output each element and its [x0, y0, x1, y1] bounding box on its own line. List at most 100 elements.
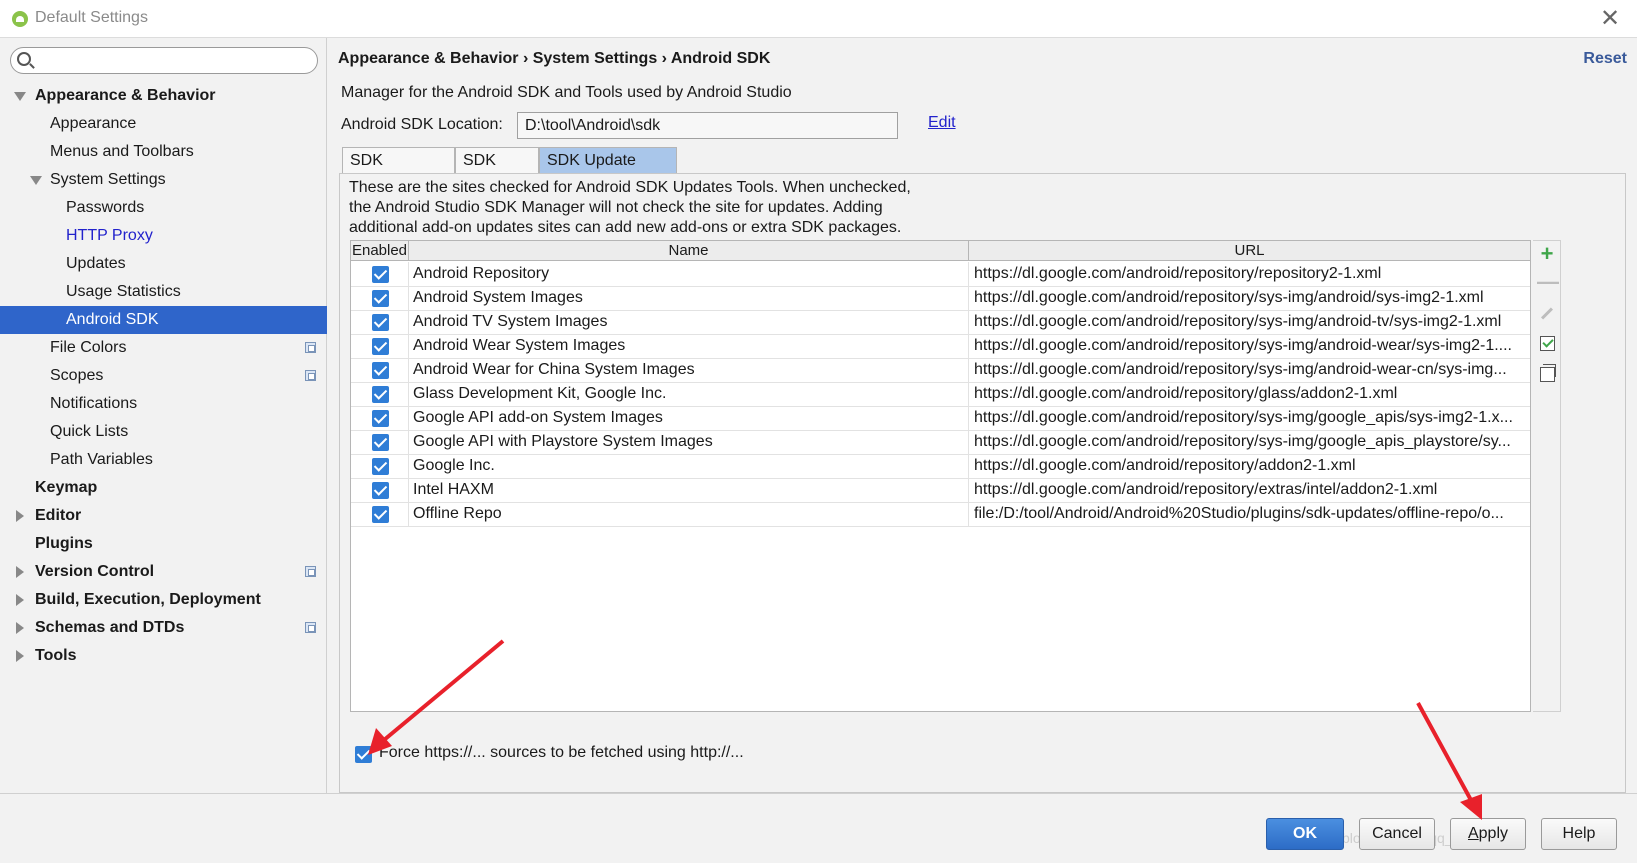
cancel-button[interactable]: Cancel	[1359, 818, 1435, 850]
sidebar-item-appearance[interactable]: Appearance	[0, 110, 327, 138]
sidebar-item-version-control[interactable]: Version Control	[0, 558, 327, 586]
sidebar-item-schemas-dtds[interactable]: Schemas and DTDs	[0, 614, 327, 642]
enabled-checkbox[interactable]	[372, 362, 389, 379]
sidebar-item-tools[interactable]: Tools	[0, 642, 327, 670]
sidebar-item-keymap[interactable]: Keymap	[0, 474, 327, 502]
site-name: Android Wear System Images	[409, 334, 969, 358]
ok-button[interactable]: OK	[1266, 818, 1344, 850]
tab-sdk-platforms[interactable]: SDK Platforms	[342, 147, 455, 195]
search-icon	[17, 52, 31, 66]
enabled-checkbox[interactable]	[372, 410, 389, 427]
table-row[interactable]: Android Repository https://dl.google.com…	[351, 262, 1530, 287]
site-url: https://dl.google.com/android/repository…	[974, 433, 1511, 450]
enabled-checkbox[interactable]	[372, 266, 389, 283]
expand-down-icon[interactable]	[30, 176, 42, 185]
column-header-name[interactable]: Name	[409, 241, 969, 261]
sidebar-item-plugins[interactable]: Plugins	[0, 530, 327, 558]
android-studio-icon	[12, 11, 28, 27]
sidebar-item-updates[interactable]: Updates	[0, 250, 327, 278]
table-row[interactable]: Glass Development Kit, Google Inc. https…	[351, 382, 1530, 407]
site-name: Google API add-on System Images	[409, 406, 969, 430]
enabled-checkbox[interactable]	[372, 338, 389, 355]
sidebar-item-appearance-behavior[interactable]: Appearance & Behavior	[0, 82, 327, 110]
reset-link[interactable]: Reset	[1583, 50, 1627, 68]
expand-right-icon[interactable]	[16, 566, 24, 578]
table-row[interactable]: Android TV System Images https://dl.goog…	[351, 310, 1530, 335]
sidebar-item-file-colors[interactable]: File Colors	[0, 334, 327, 362]
sidebar-item-usage-statistics[interactable]: Usage Statistics	[0, 278, 327, 306]
table-row[interactable]: Google Inc. https://dl.google.com/androi…	[351, 454, 1530, 479]
breadcrumb: Appearance & Behavior › System Settings …	[338, 50, 771, 67]
deselect-all-icon[interactable]	[1537, 362, 1557, 382]
site-name: Android System Images	[409, 286, 969, 310]
site-name: Offline Repo	[409, 502, 969, 526]
force-http-checkbox[interactable]	[355, 746, 372, 763]
sidebar-item-android-sdk[interactable]: Android SDK	[0, 306, 327, 334]
update-sites-description: These are the sites checked for Android …	[349, 179, 911, 236]
enabled-checkbox[interactable]	[372, 290, 389, 307]
update-sites-panel: These are the sites checked for Android …	[339, 173, 1626, 793]
site-name: Google API with Playstore System Images	[409, 430, 969, 454]
edit-location-link[interactable]: Edit	[928, 114, 956, 132]
sidebar-item-passwords[interactable]: Passwords	[0, 194, 327, 222]
enabled-checkbox[interactable]	[372, 314, 389, 331]
table-row[interactable]: Android System Images https://dl.google.…	[351, 286, 1530, 311]
dialog-footer: https://blog.csdn.net/qq_2... OK Cancel …	[0, 793, 1637, 863]
sidebar-item-editor[interactable]: Editor	[0, 502, 327, 530]
expand-right-icon[interactable]	[16, 594, 24, 606]
site-name: Intel HAXM	[409, 478, 969, 502]
site-url: https://dl.google.com/android/repository…	[974, 337, 1512, 354]
expand-right-icon[interactable]	[16, 510, 24, 522]
project-level-icon	[305, 622, 316, 633]
site-name: Android Wear for China System Images	[409, 358, 969, 382]
sidebar-item-build-execution-deployment[interactable]: Build, Execution, Deployment	[0, 586, 327, 614]
main-content: Appearance & Behavior › System Settings …	[328, 38, 1637, 793]
enabled-checkbox[interactable]	[372, 458, 389, 475]
tab-sdk-update-sites[interactable]: SDK Update Sites	[539, 147, 677, 195]
sidebar-item-scopes[interactable]: Scopes	[0, 362, 327, 390]
remove-site-icon[interactable]: —	[1537, 271, 1559, 293]
settings-tree: Appearance & Behavior Appearance Menus a…	[0, 82, 327, 670]
window-title: Default Settings	[35, 9, 148, 26]
sidebar-item-menus-toolbars[interactable]: Menus and Toolbars	[0, 138, 327, 166]
sidebar-item-http-proxy[interactable]: HTTP Proxy	[0, 222, 327, 250]
add-site-icon[interactable]: +	[1537, 243, 1557, 265]
site-name: Google Inc.	[409, 454, 969, 478]
update-sites-table: Enabled Name URL Android Repository http…	[350, 240, 1531, 712]
table-row[interactable]: Google API with Playstore System Images …	[351, 430, 1530, 455]
expand-right-icon[interactable]	[16, 650, 24, 662]
sdk-location-field[interactable]: D:\tool\Android\sdk	[517, 112, 898, 139]
table-row[interactable]: Android Wear System Images https://dl.go…	[351, 334, 1530, 359]
site-name: Android TV System Images	[409, 310, 969, 334]
help-button[interactable]: Help	[1541, 818, 1617, 850]
sidebar-item-path-variables[interactable]: Path Variables	[0, 446, 327, 474]
site-url: https://dl.google.com/android/repository…	[974, 361, 1507, 378]
table-row[interactable]: Intel HAXM https://dl.google.com/android…	[351, 478, 1530, 503]
enabled-checkbox[interactable]	[372, 386, 389, 403]
project-level-icon	[305, 566, 316, 577]
tab-sdk-tools[interactable]: SDK Tools	[455, 147, 539, 195]
site-url: https://dl.google.com/android/repository…	[974, 385, 1398, 402]
column-header-url[interactable]: URL	[969, 241, 1530, 261]
search-input[interactable]	[39, 51, 309, 71]
search-box[interactable]	[10, 47, 318, 74]
enabled-checkbox[interactable]	[372, 506, 389, 523]
edit-site-icon[interactable]	[1537, 303, 1557, 323]
sidebar-item-notifications[interactable]: Notifications	[0, 390, 327, 418]
close-icon[interactable]: ✕	[1595, 4, 1625, 34]
sidebar-item-system-settings[interactable]: System Settings	[0, 166, 327, 194]
table-row[interactable]: Google API add-on System Images https://…	[351, 406, 1530, 431]
expand-right-icon[interactable]	[16, 622, 24, 634]
enabled-checkbox[interactable]	[372, 434, 389, 451]
table-row[interactable]: Offline Repo file:/D:/tool/Android/Andro…	[351, 502, 1530, 527]
expand-down-icon[interactable]	[14, 92, 26, 101]
site-name: Glass Development Kit, Google Inc.	[409, 382, 969, 406]
sidebar-item-quick-lists[interactable]: Quick Lists	[0, 418, 327, 446]
apply-button[interactable]: Apply	[1450, 818, 1526, 850]
table-row[interactable]: Android Wear for China System Images htt…	[351, 358, 1530, 383]
enabled-checkbox[interactable]	[372, 482, 389, 499]
force-http-label[interactable]: Force https://... sources to be fetched …	[379, 744, 744, 762]
site-url: https://dl.google.com/android/repository…	[974, 265, 1382, 282]
select-all-icon[interactable]	[1537, 333, 1557, 353]
column-header-enabled[interactable]: Enabled	[351, 241, 409, 261]
